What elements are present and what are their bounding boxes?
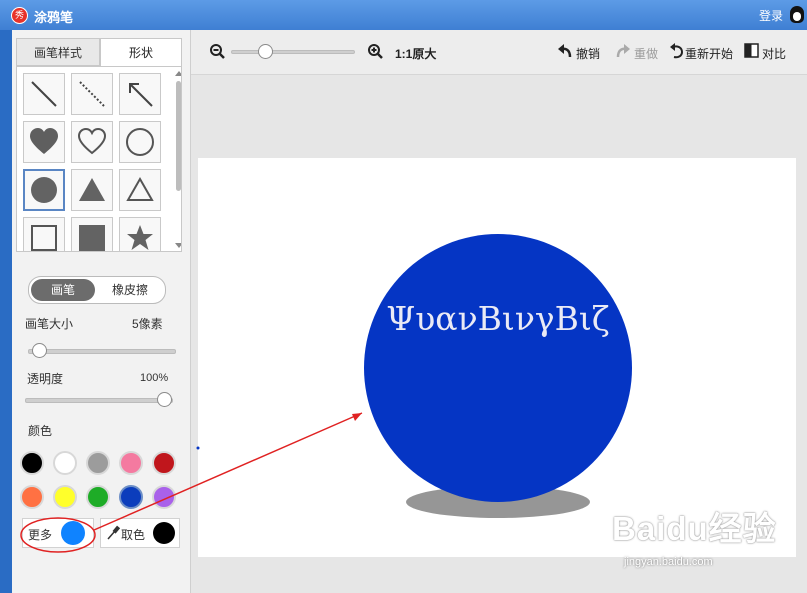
canvas-edge-dot: [196, 446, 200, 450]
annotation-arrow-head: [352, 413, 362, 421]
annotation-arrow-line: [93, 412, 363, 531]
highlight-ellipse: [20, 517, 96, 553]
annotation-overlay: [20, 412, 363, 553]
